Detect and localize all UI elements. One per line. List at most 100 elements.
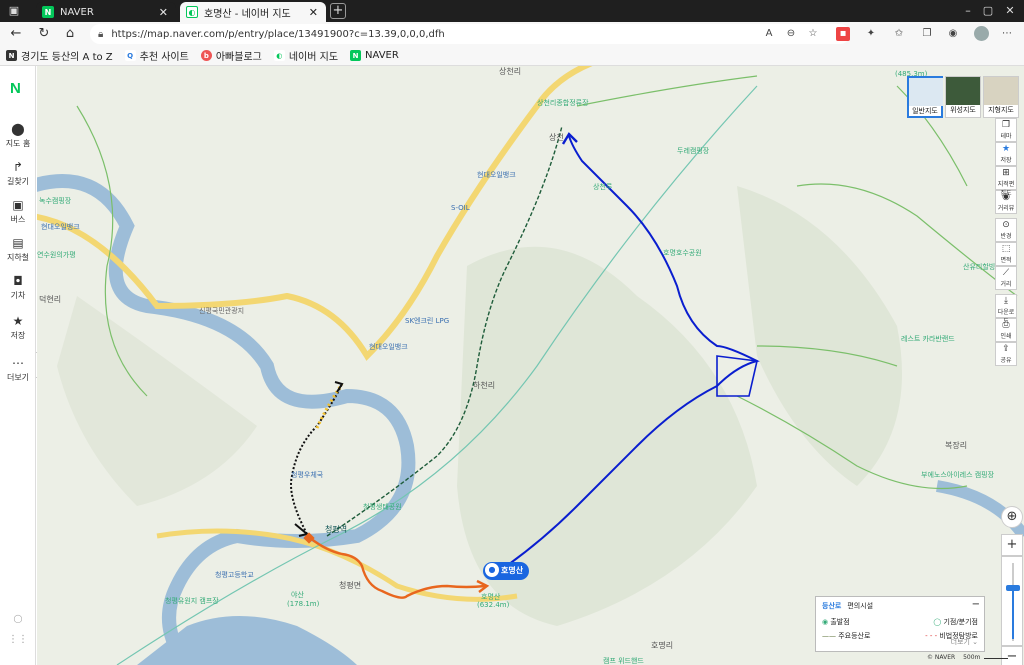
bookmark-label: 네이버 지도 — [288, 52, 339, 63]
place-label[interactable]: 연수원의가평 — [37, 250, 76, 260]
rail-subway[interactable]: ▤ 지하철 — [0, 236, 36, 263]
legend-more-button[interactable]: 더보기 ⌄ — [951, 637, 978, 647]
place-label[interactable]: 녹수캠핑장 — [39, 196, 71, 206]
place-label[interactable]: 덕현리 — [39, 294, 61, 305]
refresh-icon[interactable]: ↻ — [36, 26, 52, 42]
place-label[interactable]: 청평유원지 캠프장 — [165, 596, 219, 606]
bookmark-item[interactable]: Q 추천 사이트 — [124, 48, 189, 63]
window-menu-icon[interactable]: ▣ — [6, 3, 22, 19]
maptype-normal[interactable]: 일반지도 — [907, 76, 943, 118]
place-label[interactable]: 호명호수공원 — [663, 248, 702, 258]
edge-copilot-icon[interactable]: ◉ — [946, 27, 960, 41]
tool-cadastral[interactable]: ⊞ 지적편집도 — [995, 166, 1017, 197]
place-label[interactable]: 캠프 위드핸드 — [603, 656, 644, 665]
place-label[interactable]: 야산 — [291, 590, 304, 600]
map-canvas[interactable]: 상천리 상천리종합정류장 상천 두레캠핑장 상천루 호명호수공원 현대오일뱅크 … — [37, 66, 1024, 665]
tool-theme[interactable]: ❐ 테마 — [995, 118, 1017, 142]
place-label[interactable]: 청평역 — [325, 524, 347, 535]
place-label[interactable]: 청평생태공원 — [363, 502, 402, 512]
bookmark-item[interactable]: N NAVER — [350, 50, 399, 61]
collections-icon[interactable]: ❐ — [920, 27, 934, 41]
bookmark-item[interactable]: b 아빠블로그 — [200, 48, 262, 63]
satellite-map-thumbnail — [946, 77, 980, 105]
place-label[interactable]: (632.4m) — [477, 601, 509, 609]
back-icon[interactable]: ← — [8, 26, 24, 42]
zoom-in-button[interactable]: + — [1001, 534, 1023, 556]
selected-place-marker[interactable]: ● 호명산 — [483, 562, 530, 580]
new-tab-button[interactable]: + — [330, 3, 346, 19]
place-label[interactable]: 현대오일뱅크 — [477, 170, 516, 180]
rail-map-home[interactable]: ⬤ 지도 홈 — [0, 122, 36, 149]
maptype-satellite[interactable]: 위성지도 — [945, 76, 981, 118]
maptype-label: 위성지도 — [950, 106, 976, 114]
extensions-icon[interactable]: ✦ — [864, 27, 878, 41]
rail-saved[interactable]: ★ 저장 — [0, 314, 36, 341]
user-icon[interactable]: ◯ — [0, 614, 36, 623]
tool-streetview[interactable]: ◉ 거리뷰 — [995, 190, 1017, 214]
rail-bus[interactable]: ▣ 버스 — [0, 198, 36, 225]
place-label[interactable]: 부에노스아이레스 캠핑장 — [921, 470, 994, 480]
legend-tab-hiking[interactable]: 등산로 — [822, 601, 841, 611]
place-label[interactable]: 상천리 — [499, 66, 521, 77]
tool-save[interactable]: ★ 저장 — [995, 142, 1017, 166]
place-label[interactable]: 상천루 — [593, 182, 612, 192]
extension-icon[interactable]: ▪ — [836, 27, 850, 41]
place-label[interactable]: SK엔크린 LPG — [405, 316, 449, 326]
profile-avatar[interactable] — [974, 26, 989, 41]
place-label[interactable]: 현대오일뱅크 — [369, 342, 408, 352]
place-label[interactable]: (178.1m) — [287, 600, 319, 608]
bookmark-item[interactable]: ◐ 네이버 지도 — [273, 48, 339, 63]
close-window-icon[interactable]: ✕ — [1002, 3, 1018, 19]
rail-train[interactable]: ◘ 기차 — [0, 274, 36, 301]
place-label[interactable]: 상천 — [549, 132, 564, 143]
place-label[interactable]: 호명리 — [651, 640, 673, 651]
place-label[interactable]: 하천리 — [473, 380, 495, 391]
favorite-add-icon[interactable]: ☆ — [806, 27, 820, 41]
maptype-terrain[interactable]: 지형지도 — [983, 76, 1019, 118]
home-icon[interactable]: ⌂ — [62, 26, 78, 42]
zoom-slider[interactable] — [1001, 556, 1023, 646]
naver-logo[interactable]: N — [10, 80, 21, 97]
place-label[interactable]: 청평우체국 — [291, 470, 323, 480]
blog-icon: b — [200, 50, 212, 61]
locate-me-button[interactable]: ⊕ — [1001, 506, 1023, 528]
place-label[interactable]: S-OIL — [451, 204, 470, 212]
zoom-handle[interactable] — [1006, 585, 1020, 592]
map-graphics — [37, 66, 1024, 665]
close-icon[interactable]: ✕ — [309, 6, 318, 19]
copyright-text: © NAVER — [927, 654, 956, 661]
more-menu-icon[interactable]: ⋯ — [1000, 27, 1014, 41]
read-aloud-icon[interactable]: A — [762, 27, 776, 41]
bookmark-label: NAVER — [365, 50, 399, 61]
apps-grid-icon[interactable]: ⋮⋮ — [0, 634, 36, 645]
bookmark-item[interactable]: N 경기도 등산의 A to Z — [6, 48, 113, 63]
place-label[interactable]: 현대오일뱅크 — [41, 222, 80, 232]
zoom-icon[interactable]: ⊖ — [784, 27, 798, 41]
rail-directions[interactable]: ↱ 길찾기 — [0, 160, 36, 187]
collapse-icon[interactable]: − — [972, 599, 980, 610]
place-label[interactable]: 복장리 — [945, 440, 967, 451]
place-label[interactable]: 청평면 — [339, 580, 361, 591]
tab-naver-map[interactable]: ◐ 호명산 - 네이버 지도 ✕ — [180, 2, 326, 22]
favorites-icon[interactable]: ✩ — [892, 27, 906, 41]
tool-print[interactable]: ⎙ 인쇄 — [995, 318, 1017, 342]
place-label[interactable]: 상천리종합정류장 — [537, 98, 589, 108]
address-bar[interactable]: 🔒︎ https://map.naver.com/p/entry/place/1… — [90, 24, 850, 44]
place-label[interactable]: 레스트 카라반랜드 — [901, 334, 955, 344]
tool-share[interactable]: ⇪ 공유 — [995, 342, 1017, 366]
legend-tab-facility[interactable]: 편의시설 — [847, 601, 873, 611]
tab-naver[interactable]: N NAVER ✕ — [36, 2, 176, 22]
tool-area[interactable]: ⬚ 면적 — [995, 242, 1017, 266]
close-icon[interactable]: ✕ — [159, 6, 168, 19]
place-label[interactable]: 신평국민관광지 — [199, 306, 244, 316]
tool-download[interactable]: ⤓ 다운로드 — [995, 294, 1017, 325]
place-label[interactable]: 청평고등학교 — [215, 570, 254, 580]
rail-more[interactable]: ⋯ 더보기 — [0, 356, 36, 383]
maximize-icon[interactable]: ▢ — [980, 3, 996, 19]
minimize-icon[interactable]: – — [960, 3, 976, 19]
rail-label: 저장 — [10, 331, 26, 340]
maptype-label: 지형지도 — [988, 106, 1014, 114]
place-label[interactable]: 두레캠핑장 — [677, 146, 709, 156]
tool-distance[interactable]: ⟋ 거리 — [995, 266, 1017, 290]
tool-radius[interactable]: ⊙ 반경 — [995, 218, 1017, 242]
